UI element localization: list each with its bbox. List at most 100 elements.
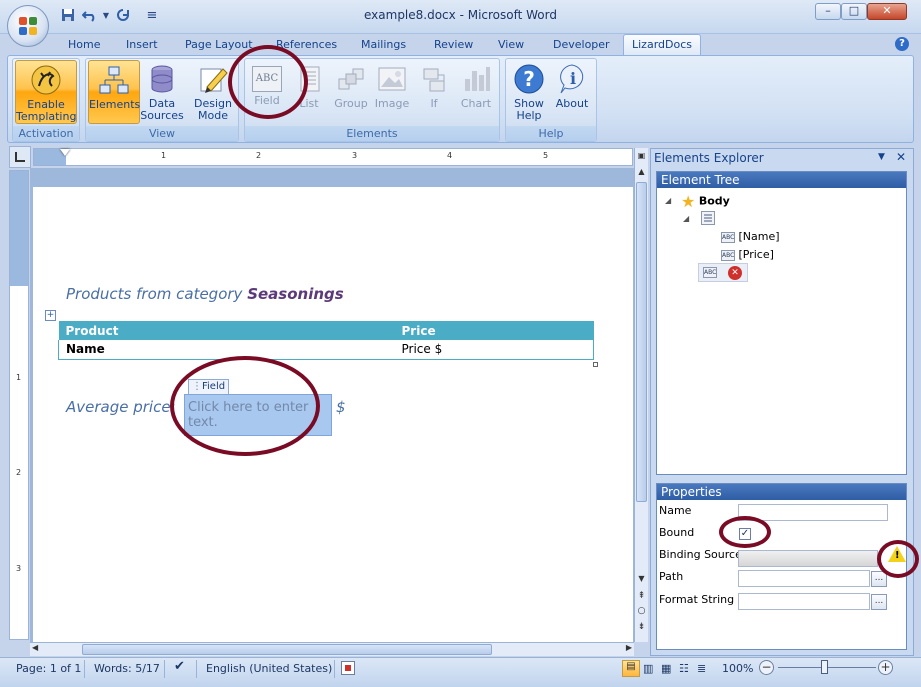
data-sources-button[interactable]: Data Sources [140, 60, 184, 124]
expand-icon[interactable]: ◢ [665, 196, 671, 205]
expand-icon[interactable]: ◢ [683, 214, 689, 223]
database-icon [146, 63, 178, 95]
average-price-label: Average price: [66, 398, 176, 416]
cell-price[interactable]: Price $ [396, 340, 594, 360]
prop-label-binding-source: Binding Source [659, 548, 742, 561]
design-pencil-icon [197, 63, 229, 95]
about-button[interactable]: i About [552, 60, 592, 124]
prop-label-bound: Bound [659, 526, 695, 539]
tab-lizarddocs[interactable]: LizardDocs [623, 34, 701, 56]
svg-text:?: ? [523, 67, 535, 91]
zoom-level[interactable]: 100% [722, 662, 753, 675]
help-question-icon: ? [513, 63, 545, 95]
annotation-circle [719, 516, 771, 548]
draft-icon[interactable]: ≣ [697, 662, 706, 675]
close-button[interactable]: ✕ [867, 3, 907, 20]
category-value: Seasonings [247, 285, 344, 303]
image-button[interactable]: Image [372, 60, 412, 124]
button-label: Enable Templating [16, 98, 77, 123]
format-string-browse-button[interactable]: ... [871, 594, 887, 610]
tab-home[interactable]: Home [66, 36, 102, 56]
tab-insert[interactable]: Insert [124, 36, 160, 56]
format-string-field[interactable] [738, 593, 870, 610]
view-ruler-icon[interactable]: ▣ [635, 148, 648, 164]
currency-symbol: $ [336, 398, 346, 416]
help-icon[interactable]: ? [895, 37, 909, 51]
binding-source-dropdown[interactable] [738, 550, 878, 567]
error-icon: ✕ [728, 266, 742, 280]
scroll-thumb[interactable] [82, 644, 492, 655]
scroll-down-icon[interactable]: ▼ [635, 574, 648, 588]
scroll-right-icon[interactable]: ▶ [626, 643, 632, 652]
image-icon [376, 63, 408, 95]
abc-field-icon: ABC [721, 249, 735, 261]
scroll-left-icon[interactable]: ◀ [32, 643, 38, 652]
elements-button[interactable]: Elements [88, 60, 140, 124]
select-browse-object-icon[interactable]: ○ [635, 606, 648, 620]
svg-text:i: i [570, 69, 576, 88]
next-page-icon[interactable]: ⇟ [635, 622, 648, 636]
chart-icon [460, 63, 492, 95]
macro-record-icon[interactable] [341, 661, 355, 675]
button-label: If [430, 97, 438, 110]
enable-templating-button[interactable]: Enable Templating [15, 60, 77, 124]
cell-name[interactable]: Name [58, 340, 397, 360]
maximize-button[interactable]: □ [841, 3, 867, 20]
properties-header: Properties [657, 484, 906, 500]
tab-review[interactable]: Review [432, 36, 475, 56]
minimize-button[interactable]: – [815, 3, 841, 20]
language[interactable]: English (United States) [206, 662, 332, 675]
pane-menu-icon[interactable]: ▼ [878, 152, 885, 162]
pane-close-icon[interactable]: ✕ [896, 150, 906, 164]
table-node-icon[interactable] [701, 211, 715, 225]
group-label: Help [506, 126, 596, 141]
show-help-button[interactable]: ? Show Help [509, 60, 549, 124]
if-condition-icon [418, 63, 450, 95]
tab-selector[interactable] [9, 146, 31, 168]
horizontal-scrollbar[interactable]: ◀ ▶ [30, 642, 634, 656]
tree-node-name[interactable]: ABC [Name] [721, 230, 780, 243]
zoom-in-button[interactable]: + [878, 660, 893, 675]
group-label: Activation [13, 126, 79, 141]
table-header-row: Product Price [58, 321, 594, 340]
abc-field-icon: ABC [721, 231, 735, 243]
if-button[interactable]: If [414, 60, 454, 124]
web-layout-icon[interactable]: ▦ [661, 662, 671, 675]
scroll-thumb[interactable] [636, 182, 647, 502]
print-layout-icon[interactable]: ▤ [622, 660, 640, 677]
chart-button[interactable]: Chart [455, 60, 497, 124]
table-row: Name Price $ [58, 340, 594, 360]
tree-node-body[interactable]: ★ Body [681, 192, 730, 211]
tab-view[interactable]: View [496, 36, 526, 56]
horizontal-ruler[interactable]: 1 2 3 4 5 [33, 148, 633, 166]
group-button[interactable]: Group [331, 60, 371, 124]
path-field[interactable] [738, 570, 870, 587]
full-screen-reading-icon[interactable]: ▥ [643, 662, 653, 675]
element-tree: Element Tree ◢ ★ Body ◢ ABC [Name] ABC [… [656, 171, 907, 475]
zoom-out-button[interactable]: − [759, 660, 774, 675]
vertical-scrollbar[interactable]: ▣ ▲ ▼ ⇞ ○ ⇟ [634, 148, 648, 642]
zoom-slider-thumb[interactable] [821, 660, 828, 674]
tree-node-field-error[interactable]: ABC ✕ [698, 263, 748, 282]
tab-mailings[interactable]: Mailings [359, 36, 408, 56]
button-label: Show Help [514, 97, 544, 122]
prop-label-format-string: Format String [659, 593, 735, 606]
tree-node-price[interactable]: ABC [Price] [721, 248, 774, 261]
scroll-up-icon[interactable]: ▲ [635, 165, 648, 179]
elements-tree-icon [98, 64, 130, 96]
page-count[interactable]: Page: 1 of 1 [16, 662, 81, 675]
prev-page-icon[interactable]: ⇞ [635, 591, 648, 605]
table-move-handle-icon[interactable]: + [45, 310, 56, 321]
info-icon: i [556, 63, 588, 95]
tab-developer[interactable]: Developer [551, 36, 612, 56]
word-count[interactable]: Words: 5/17 [94, 662, 160, 675]
office-button[interactable] [7, 5, 49, 47]
annotation-circle [877, 540, 919, 578]
annotation-circle [228, 45, 308, 119]
outline-icon[interactable]: ☷ [679, 662, 689, 675]
prop-label-path: Path [659, 570, 684, 583]
indent-marker-icon[interactable] [60, 149, 70, 156]
table-resize-handle[interactable] [593, 362, 598, 367]
proofing-icon[interactable]: ✔ [174, 659, 185, 674]
window-title: example8.docx - Microsoft Word [364, 8, 557, 22]
